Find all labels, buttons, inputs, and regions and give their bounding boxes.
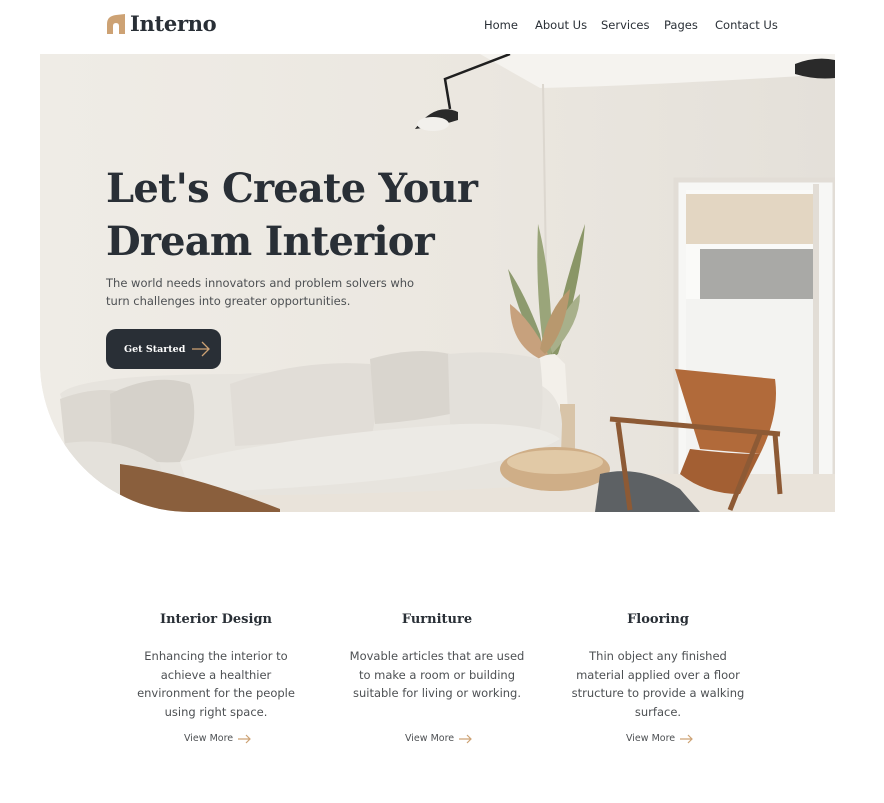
brand-name: Interno <box>130 11 217 36</box>
arrow-right-icon <box>680 734 693 743</box>
nav-item-pages[interactable]: Pages <box>664 18 698 32</box>
view-more-interior-design[interactable]: View More <box>184 733 252 744</box>
view-more-label: View More <box>184 733 234 744</box>
service-furniture: Furniture Movable articles that are used… <box>337 612 537 703</box>
nav-item-services[interactable]: Services <box>601 18 650 32</box>
view-more-label: View More <box>405 733 455 744</box>
get-started-label: Get Started <box>124 343 186 355</box>
arrow-right-icon <box>459 734 472 743</box>
site-header: Interno Home About Us Services Pages Con… <box>0 0 884 54</box>
service-title: Flooring <box>627 612 689 627</box>
logo-icon <box>107 13 125 34</box>
brand-logo[interactable]: Interno <box>107 11 217 36</box>
nav-item-home[interactable]: Home <box>484 18 518 32</box>
service-title: Interior Design <box>160 612 272 627</box>
nav-item-about-us[interactable]: About Us <box>535 18 587 32</box>
view-more-flooring[interactable]: View More <box>626 733 694 744</box>
hero-section: Let's Create Your Dream Interior The wor… <box>40 54 835 512</box>
service-flooring: Flooring Thin object any finished materi… <box>558 612 758 721</box>
nav-item-contact-us[interactable]: Contact Us <box>715 18 778 32</box>
hero-subtitle: The world needs innovators and problem s… <box>106 276 415 308</box>
service-interior-design: Interior Design Enhancing the interior t… <box>116 612 316 721</box>
service-description: Enhancing the interior to achieve a heal… <box>137 649 295 719</box>
get-started-button[interactable]: Get Started <box>106 329 221 369</box>
view-more-furniture[interactable]: View More <box>405 733 473 744</box>
hero-title-line-1: Let's Create Your <box>106 165 478 212</box>
service-title: Furniture <box>401 612 473 627</box>
hero-title-line-2: Dream Interior <box>106 218 435 265</box>
service-description: Movable articles that are used to make a… <box>349 649 525 700</box>
view-more-label: View More <box>626 733 676 744</box>
arrow-right-icon <box>192 341 210 357</box>
service-description: Thin object any finished material applie… <box>571 649 745 719</box>
arrow-right-icon <box>238 734 251 743</box>
hero-title: Let's Create Your Dream Interior <box>106 162 486 268</box>
